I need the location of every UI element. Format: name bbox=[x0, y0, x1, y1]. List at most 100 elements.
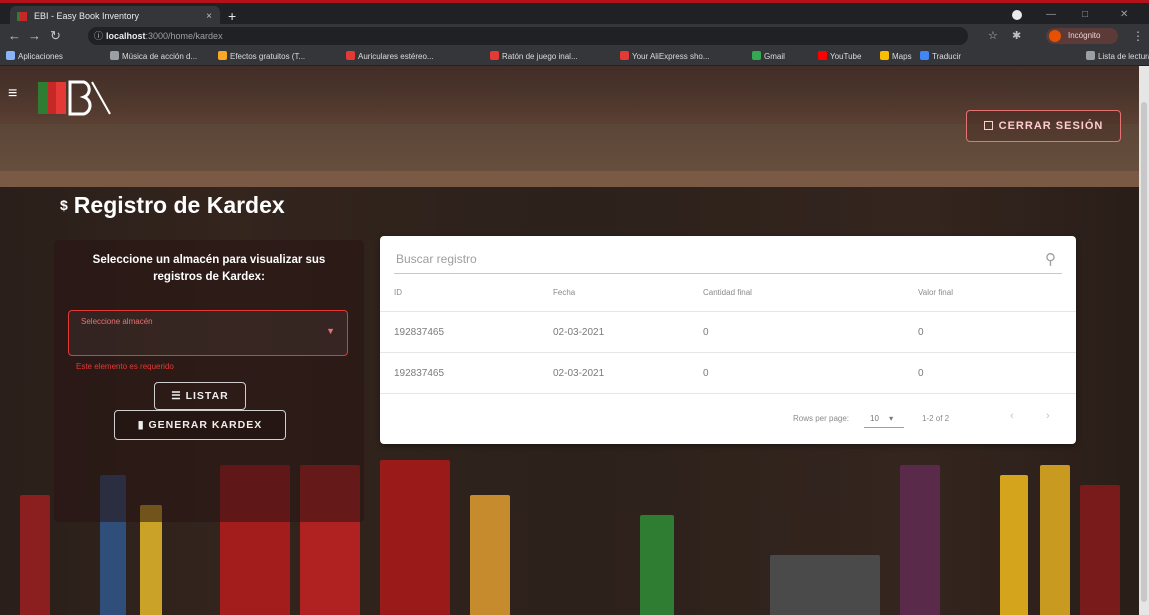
bookmark-item[interactable]: Aplicaciones bbox=[6, 48, 63, 66]
bookmark-favicon-icon bbox=[346, 51, 355, 60]
bookmark-item[interactable]: Efectos gratuitos (T... bbox=[218, 48, 305, 66]
browser-toolbar: ← → ↻ ⓘ localhost:3000/home/kardex ☆ ✱ I… bbox=[0, 24, 1149, 48]
url-host: localhost bbox=[106, 31, 146, 41]
forward-arrow-icon[interactable]: → bbox=[28, 24, 41, 48]
bookmark-favicon-icon bbox=[1086, 51, 1095, 60]
warehouse-select-label: Seleccione almacén bbox=[81, 317, 153, 326]
warehouse-helper-text: Este elemento es requerido bbox=[76, 362, 174, 371]
cell-id: 192837465 bbox=[394, 327, 445, 338]
address-bar[interactable]: ⓘ localhost:3000/home/kardex bbox=[88, 27, 968, 45]
rows-per-page-value: 10 bbox=[870, 414, 879, 423]
pagination-range: 1-2 of 2 bbox=[922, 414, 950, 423]
bookmark-favicon-icon bbox=[218, 51, 227, 60]
bookmark-item[interactable]: Maps bbox=[880, 48, 912, 66]
page-scrollbar[interactable] bbox=[1139, 66, 1149, 615]
warehouse-prompt: Seleccione un almacén para visualizar su… bbox=[92, 254, 326, 283]
rows-per-page-select[interactable]: 10 ▾ bbox=[864, 412, 904, 428]
bookmark-favicon-icon bbox=[752, 51, 761, 60]
column-header-valor[interactable]: Valor final bbox=[918, 288, 953, 297]
app-area: ≡ CERRAR SESIÓN $ Registro de Kardex Sele… bbox=[0, 66, 1149, 615]
cell-cantidad: 0 bbox=[703, 327, 709, 338]
rows-per-page-label: Rows per page: bbox=[793, 414, 850, 423]
bookmark-item[interactable]: Ratón de juego inal... bbox=[490, 48, 578, 66]
bookmark-item[interactable]: Música de acción d... bbox=[110, 48, 197, 66]
background-book bbox=[1040, 465, 1070, 615]
bookmarks-bar: Aplicaciones Música de acción d... Efectos… bbox=[0, 48, 1149, 66]
search-icon[interactable]: ⚲ bbox=[1045, 250, 1056, 268]
bookmark-item[interactable]: YouTube bbox=[818, 48, 861, 66]
search-input[interactable]: Buscar registro bbox=[396, 252, 477, 266]
background-book bbox=[770, 555, 880, 615]
bookmark-label: YouTube bbox=[830, 52, 862, 61]
dollar-icon: $ bbox=[60, 197, 68, 213]
search-field[interactable]: Buscar registro ⚲ bbox=[394, 248, 1062, 274]
column-header-id[interactable]: ID bbox=[394, 288, 402, 297]
bookmark-label: Maps bbox=[892, 52, 912, 61]
kardex-table-card: Buscar registro ⚲ ID Fecha Cantidad fina… bbox=[380, 236, 1076, 444]
logout-label: CERRAR SESIÓN bbox=[998, 120, 1104, 132]
bookmark-item[interactable]: Your AliExpress sho... bbox=[620, 48, 710, 66]
bookmark-favicon-icon bbox=[6, 51, 15, 60]
incognito-avatar-icon bbox=[1049, 30, 1061, 42]
maximize-icon[interactable]: □ bbox=[1082, 6, 1088, 24]
document-icon: ▮ bbox=[137, 419, 149, 431]
scrollbar-thumb[interactable] bbox=[1141, 102, 1147, 602]
bookmark-label: Traducir bbox=[932, 52, 962, 61]
app-logo bbox=[38, 80, 111, 116]
list-icon: ☰ bbox=[171, 390, 186, 402]
warehouse-select[interactable]: Seleccione almacén ▼ bbox=[68, 310, 348, 356]
incognito-badge[interactable]: Incógnito bbox=[1046, 28, 1118, 44]
table-pagination: Rows per page: 10 ▾ 1-2 of 2 ‹ › bbox=[380, 396, 1076, 444]
browser-menu-icon[interactable]: ⋮ bbox=[1132, 24, 1144, 48]
bookmark-item[interactable]: Lista de lectura bbox=[1086, 48, 1149, 66]
bookmark-item[interactable]: Gmail bbox=[752, 48, 785, 66]
extensions-puzzle-icon[interactable]: ✱ bbox=[1012, 24, 1021, 48]
bookmark-favicon-icon bbox=[620, 51, 629, 60]
cell-fecha: 02-03-2021 bbox=[553, 368, 605, 379]
cell-valor: 0 bbox=[918, 327, 924, 338]
chevron-down-icon: ▾ bbox=[889, 414, 894, 423]
bookmark-item[interactable]: Auriculares estéreo... bbox=[346, 48, 434, 66]
bookmark-label: Gmail bbox=[764, 52, 785, 61]
bookmark-item[interactable]: Traducir bbox=[920, 48, 961, 66]
listar-button[interactable]: ☰ LISTAR bbox=[154, 382, 246, 410]
new-tab-button[interactable]: + bbox=[228, 6, 236, 26]
next-page-icon[interactable]: › bbox=[1046, 410, 1050, 422]
previous-page-icon[interactable]: ‹ bbox=[1010, 410, 1014, 422]
background-book bbox=[470, 495, 510, 615]
bookmark-label: Your AliExpress sho... bbox=[632, 52, 710, 61]
reload-icon[interactable]: ↻ bbox=[50, 24, 61, 48]
browser-titlebar: EBI - Easy Book Inventory × + — □ ✕ bbox=[0, 0, 1149, 27]
listar-label: LISTAR bbox=[185, 390, 229, 402]
table-row[interactable]: 192837465 02-03-2021 0 0 bbox=[380, 354, 1076, 394]
bookmark-label: Aplicaciones bbox=[18, 52, 63, 61]
bookmark-favicon-icon bbox=[110, 51, 119, 60]
column-header-fecha[interactable]: Fecha bbox=[553, 288, 575, 297]
table-header: ID Fecha Cantidad final Valor final bbox=[380, 276, 1076, 312]
table-row[interactable]: 192837465 02-03-2021 0 0 bbox=[380, 313, 1076, 353]
back-arrow-icon[interactable]: ← bbox=[8, 24, 21, 48]
background-book bbox=[1080, 485, 1120, 615]
generar-kardex-button[interactable]: ▮ GENERAR KARDEX bbox=[114, 410, 286, 440]
hamburger-menu-icon[interactable]: ≡ bbox=[8, 86, 17, 102]
bookmark-favicon-icon bbox=[920, 51, 929, 60]
bookmark-favicon-icon bbox=[880, 51, 889, 60]
close-window-icon[interactable]: ✕ bbox=[1120, 6, 1128, 24]
background-book bbox=[20, 495, 50, 615]
bookmark-label: Lista de lectura bbox=[1098, 52, 1149, 61]
bookmark-star-icon[interactable]: ☆ bbox=[988, 24, 998, 48]
background-book bbox=[380, 460, 450, 615]
minimize-icon[interactable]: — bbox=[1046, 6, 1056, 24]
site-info-icon[interactable]: ⓘ bbox=[94, 27, 103, 45]
column-header-cantidad[interactable]: Cantidad final bbox=[703, 288, 752, 297]
background-book bbox=[640, 515, 674, 615]
bookmark-label: Música de acción d... bbox=[122, 52, 198, 61]
cell-cantidad: 0 bbox=[703, 368, 709, 379]
incognito-label: Incógnito bbox=[1068, 31, 1101, 40]
background-book bbox=[1000, 475, 1028, 615]
chevron-down-icon: ▼ bbox=[326, 326, 335, 336]
logout-button[interactable]: CERRAR SESIÓN bbox=[966, 110, 1121, 142]
profile-indicator-icon bbox=[1012, 10, 1022, 20]
cell-valor: 0 bbox=[918, 368, 924, 379]
page-title-text: Registro de Kardex bbox=[73, 192, 285, 218]
